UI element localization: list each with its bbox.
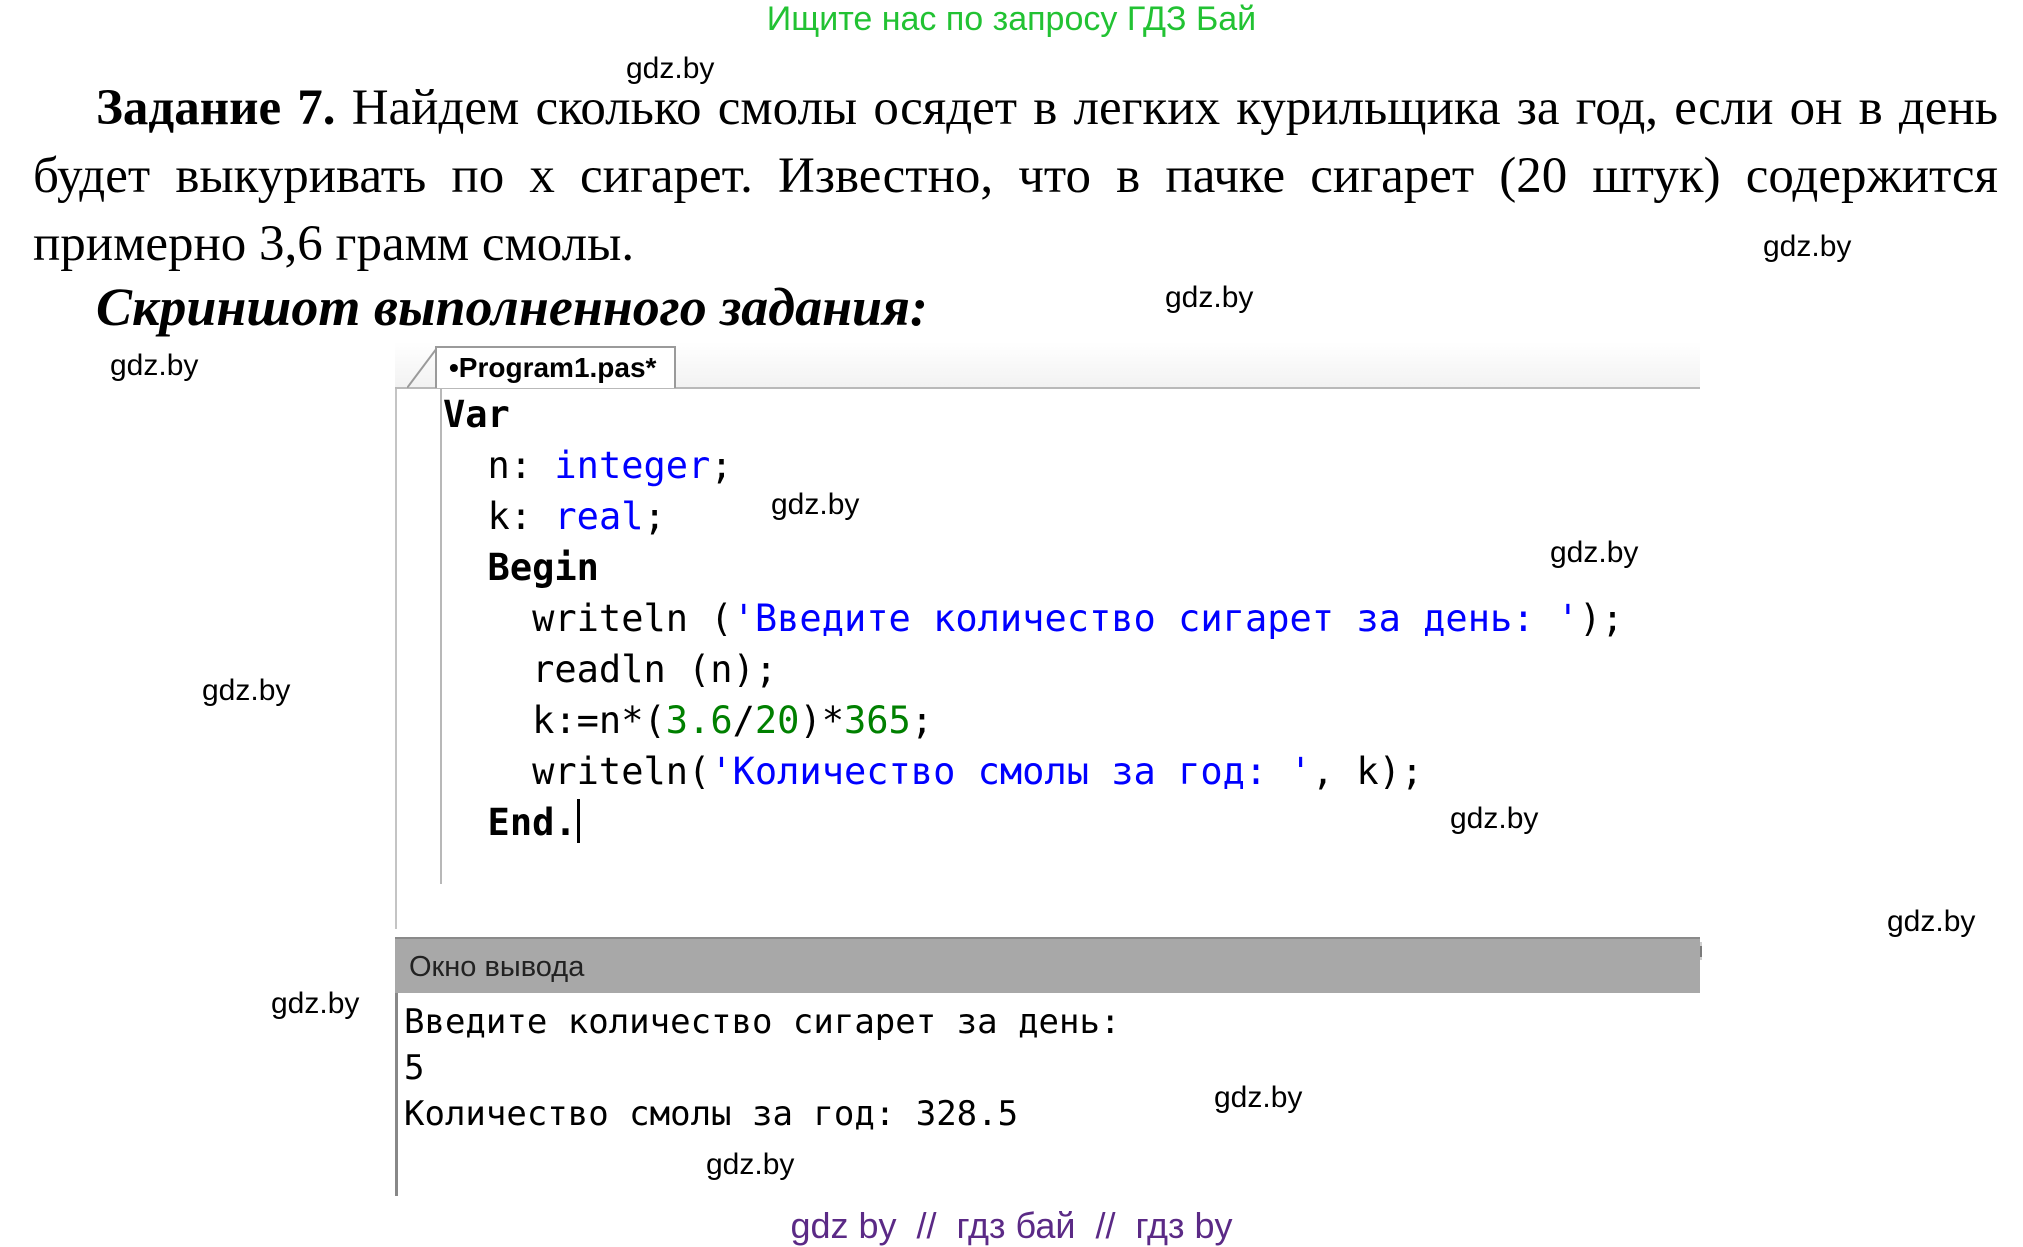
watermark: gdz.by bbox=[1214, 1081, 1303, 1114]
text-cursor bbox=[576, 799, 580, 843]
tab-program1[interactable]: •Program1.pas* bbox=[435, 346, 677, 388]
code-line: k:=n*(3.6/20)*365; bbox=[443, 699, 934, 742]
watermark: gdz.by bbox=[1550, 536, 1639, 569]
code-line: Var bbox=[443, 393, 510, 436]
screenshot-caption: Скриншот выполненного задания: bbox=[96, 277, 928, 337]
code-line: Begin bbox=[443, 546, 599, 589]
watermark: gdz.by bbox=[202, 674, 291, 707]
code-line: writeln ('Введите количество сигарет за … bbox=[443, 597, 1624, 640]
output-panel-title: Окно вывода bbox=[395, 937, 1700, 995]
output-panel: Введите количество сигарет за день: 5 Коли… bbox=[395, 993, 1703, 1196]
footer-links: gdz by // гдз бай // гдз by bbox=[790, 1205, 1233, 1246]
watermark: gdz.by bbox=[706, 1148, 795, 1181]
top-banner: Ищите нас по запросу ГДЗ Бай bbox=[766, 0, 1257, 38]
watermark: gdz.by bbox=[1887, 905, 1976, 938]
watermark: gdz.by bbox=[271, 987, 360, 1020]
output-line: Введите количество сигарет за день: bbox=[404, 1002, 1121, 1042]
watermark: gdz.by bbox=[1450, 802, 1539, 835]
watermark: gdz.by bbox=[1165, 281, 1254, 314]
code-line: readln (n); bbox=[443, 648, 778, 691]
code-text: Var n: integer; k: real; Begin writeln (… bbox=[443, 389, 1624, 848]
code-line: writeln('Количество смолы за год: ', k); bbox=[443, 750, 1424, 793]
output-text: Введите количество сигарет за день: 5 Коли… bbox=[404, 999, 1120, 1137]
code-line: n: integer; bbox=[443, 444, 733, 487]
tab-edge bbox=[407, 348, 437, 388]
code-line: k: real; bbox=[443, 495, 666, 538]
task-text: Задание 7. Найдем сколько смолы осядет в… bbox=[33, 74, 1998, 278]
output-line: 5 bbox=[404, 1048, 425, 1088]
output-line: Количество смолы за год: 328.5 bbox=[404, 1094, 1019, 1134]
gutter-line bbox=[440, 389, 442, 884]
task-heading: Задание 7. bbox=[96, 80, 336, 136]
watermark: gdz.by bbox=[771, 488, 860, 521]
code-line: End. bbox=[443, 797, 1624, 848]
tab-bar: •Program1.pas* bbox=[395, 342, 1700, 389]
watermark: gdz.by bbox=[110, 349, 199, 382]
code-editor[interactable]: Var n: integer; k: real; Begin writeln (… bbox=[395, 389, 1702, 960]
ide-window: •Program1.pas* Var n: integer; k: real; … bbox=[395, 342, 1703, 1196]
